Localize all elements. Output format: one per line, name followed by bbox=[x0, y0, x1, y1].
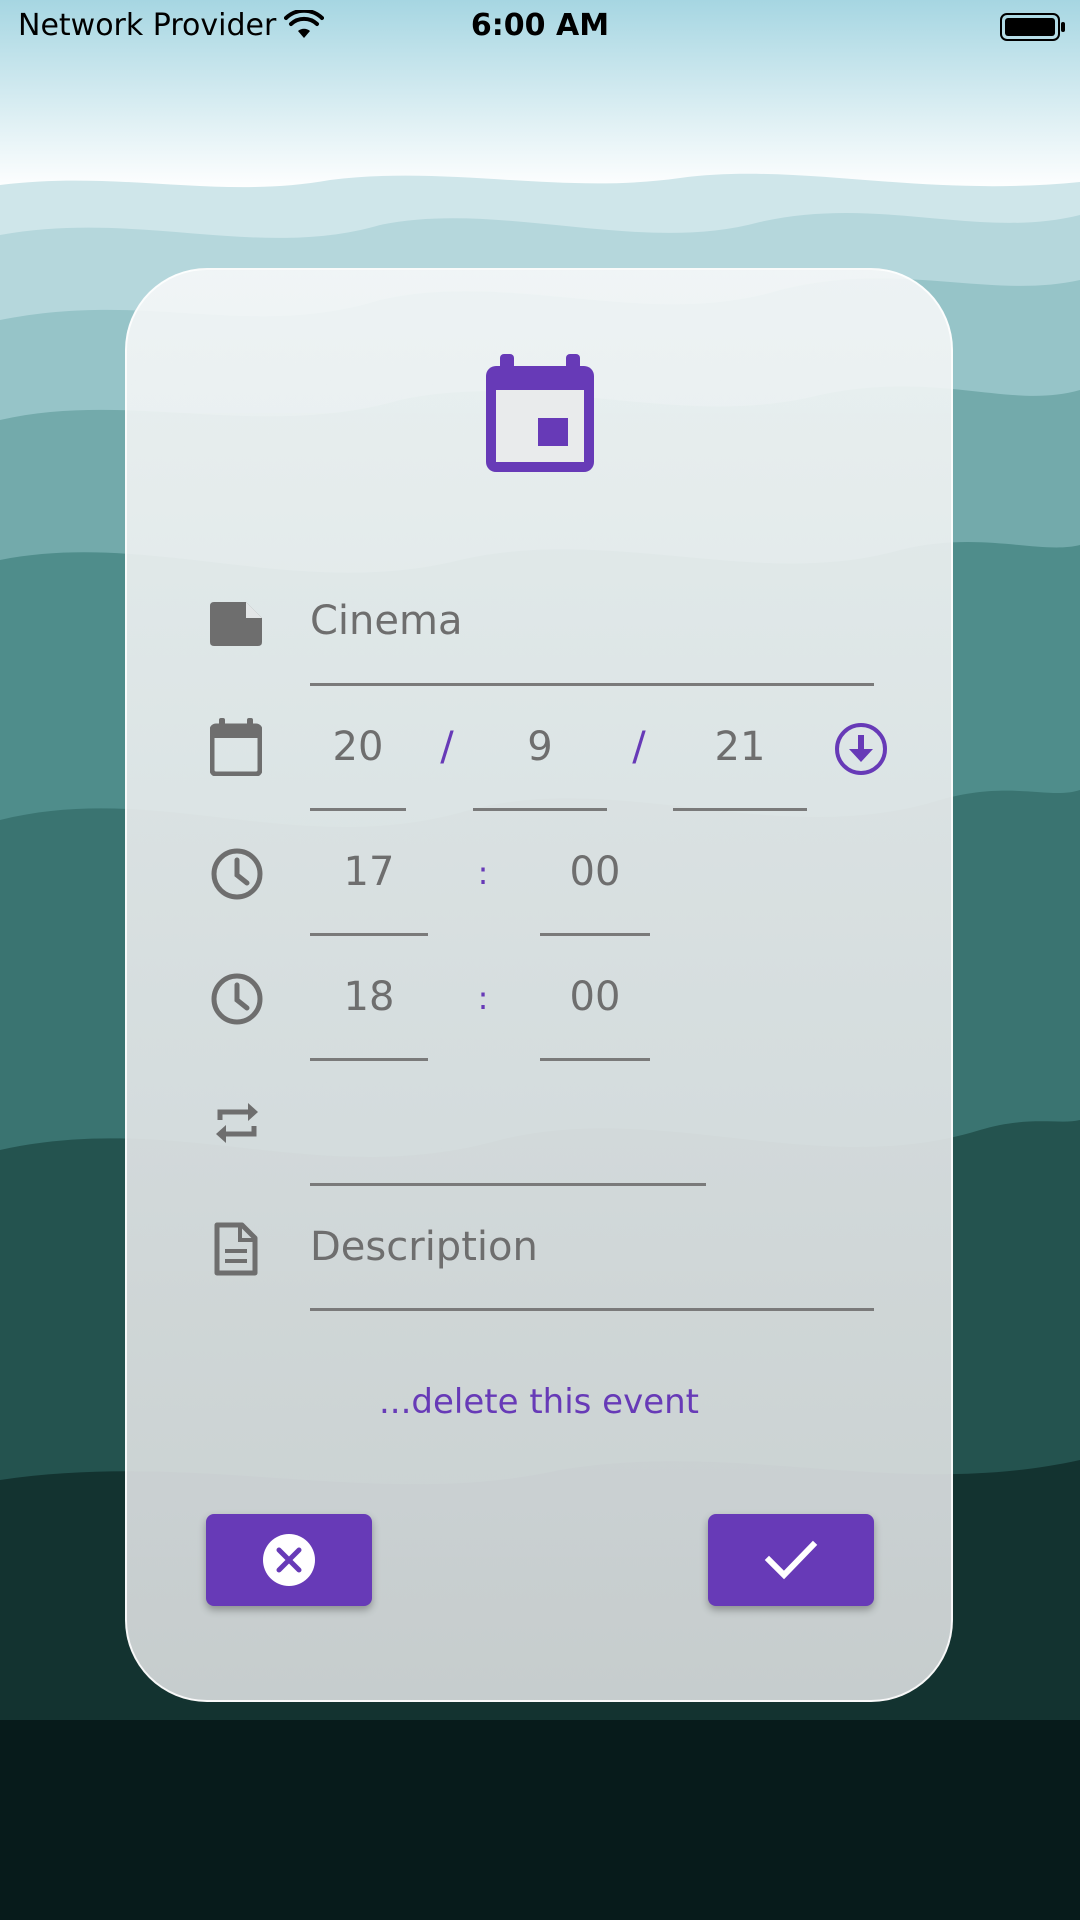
document-icon bbox=[214, 1222, 258, 1276]
end-minute-underline bbox=[540, 1058, 650, 1061]
status-time: 6:00 AM bbox=[470, 8, 610, 43]
title-underline bbox=[310, 683, 874, 686]
date-separator: / bbox=[632, 724, 646, 770]
time-separator: : bbox=[477, 979, 489, 1017]
battery-icon bbox=[1000, 13, 1065, 41]
date-month-underline bbox=[473, 808, 607, 811]
clock-icon bbox=[211, 848, 263, 900]
end-hour-underline bbox=[310, 1058, 428, 1061]
date-month-input[interactable]: 9 bbox=[473, 724, 607, 770]
date-year-underline bbox=[673, 808, 807, 811]
repeat-underline bbox=[310, 1183, 706, 1186]
end-hour-input[interactable]: 18 bbox=[310, 974, 428, 1020]
repeat-select[interactable] bbox=[310, 1098, 706, 1178]
clock-icon bbox=[211, 973, 263, 1025]
calendar-icon bbox=[486, 354, 594, 472]
description-input[interactable]: Description bbox=[310, 1224, 538, 1270]
delete-event-link[interactable]: ...delete this event bbox=[125, 1382, 953, 1422]
start-hour-input[interactable]: 17 bbox=[310, 849, 428, 895]
description-underline bbox=[310, 1308, 874, 1311]
calendar-outline-icon bbox=[210, 718, 262, 776]
cancel-button[interactable] bbox=[206, 1514, 372, 1606]
arrow-down-circle-icon[interactable] bbox=[834, 722, 888, 776]
time-separator: : bbox=[477, 854, 489, 892]
end-minute-input[interactable]: 00 bbox=[540, 974, 650, 1020]
start-minute-input[interactable]: 00 bbox=[540, 849, 650, 895]
status-bar: Network Provider 6:00 AM bbox=[0, 0, 1080, 56]
date-year-input[interactable]: 21 bbox=[673, 724, 807, 770]
close-circle-icon bbox=[263, 1534, 315, 1586]
date-separator: / bbox=[440, 724, 454, 770]
check-icon bbox=[764, 1540, 818, 1580]
date-day-input[interactable]: 20 bbox=[310, 724, 406, 770]
date-day-underline bbox=[310, 808, 406, 811]
note-icon bbox=[210, 602, 262, 646]
confirm-button[interactable] bbox=[708, 1514, 874, 1606]
start-minute-underline bbox=[540, 933, 650, 936]
start-hour-underline bbox=[310, 933, 428, 936]
repeat-icon bbox=[216, 1103, 258, 1143]
event-title-input[interactable]: Cinema bbox=[310, 598, 462, 644]
